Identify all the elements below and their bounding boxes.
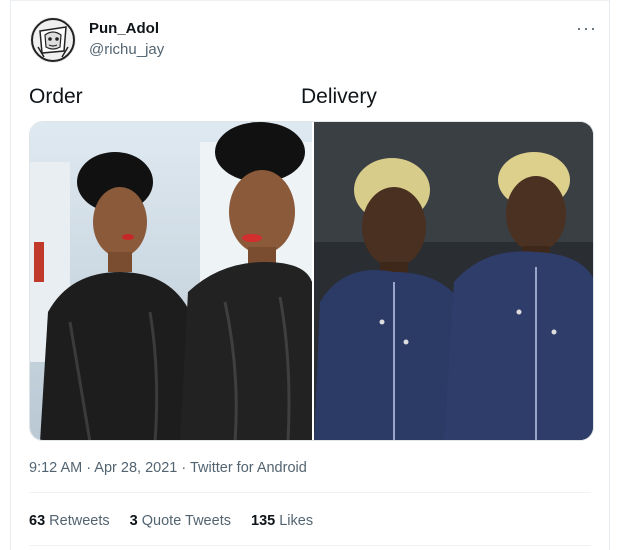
retweets-stat[interactable]: 63 Retweets — [29, 513, 110, 529]
likes-label: Likes — [279, 513, 314, 529]
likes-count: 135 — [251, 513, 276, 529]
retweets-label: Retweets — [49, 513, 110, 529]
retweets-count: 63 — [29, 513, 46, 529]
top-divider — [11, 0, 609, 1]
quote-tweets-stat[interactable]: 3 Quote Tweets — [130, 513, 231, 529]
engagement-stats: 63 Retweets 3 Quote Tweets 135 Likes — [29, 513, 329, 529]
display-name[interactable]: Pun_Adol — [89, 20, 159, 37]
avatar[interactable] — [30, 17, 76, 63]
divider — [29, 545, 591, 546]
tweet-card: Pun_Adol @richu_jay ··· Order Delivery 9… — [10, 0, 610, 550]
quote-tweets-count: 3 — [129, 513, 138, 529]
tweet-media[interactable] — [29, 121, 594, 441]
delivery-photo[interactable] — [314, 122, 593, 440]
caption-delivery: Delivery — [301, 85, 377, 108]
tweet-timestamp[interactable]: 9:12 AM · Apr 28, 2021 · Twitter for And… — [29, 460, 307, 476]
order-photo[interactable] — [30, 122, 312, 440]
divider — [29, 492, 591, 493]
user-handle[interactable]: @richu_jay — [89, 41, 164, 58]
likes-stat[interactable]: 135 Likes — [251, 513, 313, 529]
more-options-icon[interactable]: ··· — [576, 18, 597, 39]
quote-tweets-label: Quote Tweets — [141, 513, 231, 529]
caption-order: Order — [29, 85, 83, 108]
